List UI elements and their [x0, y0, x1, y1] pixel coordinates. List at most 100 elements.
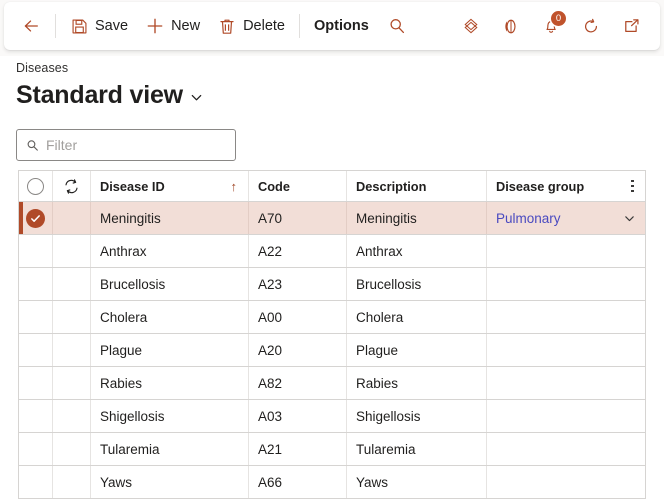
back-button[interactable] — [12, 8, 50, 44]
more-vertical-icon[interactable] — [631, 179, 636, 193]
cell-description[interactable]: Shigellosis — [347, 400, 487, 432]
cell-description[interactable]: Tularemia — [347, 433, 487, 465]
row-action-cell[interactable] — [53, 268, 91, 300]
cell-disease-id[interactable]: Cholera — [91, 301, 249, 333]
cell-value: Meningitis — [100, 210, 161, 226]
row-select-cell[interactable] — [19, 334, 53, 366]
row-action-cell[interactable] — [53, 235, 91, 267]
table-row[interactable]: Tularemia A21 Tularemia — [19, 433, 645, 466]
open-in-new-window-button[interactable] — [612, 8, 650, 44]
table-row[interactable]: Rabies A82 Rabies — [19, 367, 645, 400]
table-row[interactable]: Plague A20 Plague — [19, 334, 645, 367]
cell-description[interactable]: Plague — [347, 334, 487, 366]
cell-disease-group[interactable] — [487, 334, 645, 366]
cell-code[interactable]: A82 — [249, 367, 347, 399]
cell-disease-id[interactable]: Shigellosis — [91, 400, 249, 432]
new-button[interactable]: New — [137, 8, 209, 44]
breadcrumb[interactable]: Diseases — [0, 56, 664, 75]
cell-disease-group[interactable] — [487, 367, 645, 399]
row-action-cell[interactable] — [53, 433, 91, 465]
row-select-cell[interactable] — [19, 268, 53, 300]
power-apps-button[interactable] — [452, 8, 490, 44]
cell-code[interactable]: A23 — [249, 268, 347, 300]
table-row[interactable]: Cholera A00 Cholera — [19, 301, 645, 334]
cell-code[interactable]: A00 — [249, 301, 347, 333]
open-in-new-icon — [622, 17, 640, 35]
disease-group-link[interactable]: Pulmonary — [496, 211, 561, 226]
save-button[interactable]: Save — [61, 8, 137, 44]
row-select-cell[interactable] — [19, 235, 53, 267]
table-row[interactable]: Shigellosis A03 Shigellosis — [19, 400, 645, 433]
cell-description[interactable]: Yaws — [347, 466, 487, 498]
cell-disease-group[interactable] — [487, 466, 645, 498]
cell-disease-id[interactable]: Tularemia — [91, 433, 249, 465]
table-row[interactable]: Brucellosis A23 Brucellosis — [19, 268, 645, 301]
cell-code[interactable]: A03 — [249, 400, 347, 432]
check-circle-icon[interactable] — [26, 208, 45, 228]
refresh-button[interactable] — [572, 8, 610, 44]
cell-description[interactable]: Anthrax — [347, 235, 487, 267]
row-action-cell[interactable] — [53, 400, 91, 432]
row-select-cell[interactable] — [19, 400, 53, 432]
cell-description[interactable]: Brucellosis — [347, 268, 487, 300]
search-button[interactable] — [378, 8, 416, 44]
column-header-disease-group[interactable]: Disease group — [487, 171, 645, 201]
cell-code[interactable]: A22 — [249, 235, 347, 267]
cell-description[interactable]: Meningitis — [347, 202, 487, 234]
delete-button[interactable]: Delete — [209, 8, 294, 44]
row-action-cell[interactable] — [53, 202, 91, 234]
row-action-cell[interactable] — [53, 367, 91, 399]
cell-code[interactable]: A21 — [249, 433, 347, 465]
cell-disease-group[interactable] — [487, 400, 645, 432]
cell-value: Rabies — [100, 375, 143, 391]
cell-value: A23 — [258, 276, 283, 292]
select-all-cell[interactable] — [19, 171, 53, 201]
save-label: Save — [95, 18, 129, 34]
circle-icon[interactable] — [27, 177, 44, 195]
cell-disease-group[interactable] — [487, 268, 645, 300]
row-select-cell[interactable] — [19, 466, 53, 498]
cell-disease-id[interactable]: Yaws — [91, 466, 249, 498]
cell-description[interactable]: Rabies — [347, 367, 487, 399]
cell-code[interactable]: A20 — [249, 334, 347, 366]
row-select-cell[interactable] — [19, 301, 53, 333]
cell-disease-id[interactable]: Anthrax — [91, 235, 249, 267]
cell-disease-group[interactable] — [487, 433, 645, 465]
help-button[interactable] — [492, 8, 530, 44]
filter-box[interactable] — [16, 129, 236, 161]
table-row[interactable]: Anthrax A22 Anthrax — [19, 235, 645, 268]
cell-disease-id[interactable]: Meningitis — [91, 202, 249, 234]
table-row[interactable]: Meningitis A70 Meningitis Pulmonary — [19, 202, 645, 235]
cell-disease-id[interactable]: Plague — [91, 334, 249, 366]
chevron-down-icon[interactable] — [623, 212, 636, 225]
column-header-description[interactable]: Description — [347, 171, 487, 201]
chevron-down-icon[interactable] — [189, 89, 205, 105]
column-header-label: Disease ID — [100, 178, 165, 194]
divider — [55, 14, 56, 38]
filter-input[interactable] — [46, 137, 227, 153]
cell-value: Brucellosis — [356, 276, 422, 292]
row-action-header-cell[interactable] — [53, 171, 91, 201]
row-action-cell[interactable] — [53, 301, 91, 333]
cell-disease-id[interactable]: Brucellosis — [91, 268, 249, 300]
filter-region — [16, 129, 236, 161]
row-select-cell[interactable] — [19, 433, 53, 465]
cell-disease-group[interactable]: Pulmonary — [487, 202, 645, 234]
sync-icon[interactable] — [63, 178, 80, 195]
row-select-cell[interactable] — [19, 202, 53, 234]
options-button[interactable]: Options — [305, 8, 378, 44]
cell-code[interactable]: A66 — [249, 466, 347, 498]
cell-value: A21 — [258, 441, 283, 457]
table-row[interactable]: Yaws A66 Yaws — [19, 466, 645, 499]
cell-disease-group[interactable] — [487, 235, 645, 267]
cell-disease-id[interactable]: Rabies — [91, 367, 249, 399]
notifications-button[interactable]: 0 — [532, 8, 570, 44]
cell-code[interactable]: A70 — [249, 202, 347, 234]
cell-disease-group[interactable] — [487, 301, 645, 333]
row-select-cell[interactable] — [19, 367, 53, 399]
cell-description[interactable]: Cholera — [347, 301, 487, 333]
row-action-cell[interactable] — [53, 334, 91, 366]
row-action-cell[interactable] — [53, 466, 91, 498]
column-header-code[interactable]: Code — [249, 171, 347, 201]
column-header-disease-id[interactable]: Disease ID ↑ — [91, 171, 249, 201]
